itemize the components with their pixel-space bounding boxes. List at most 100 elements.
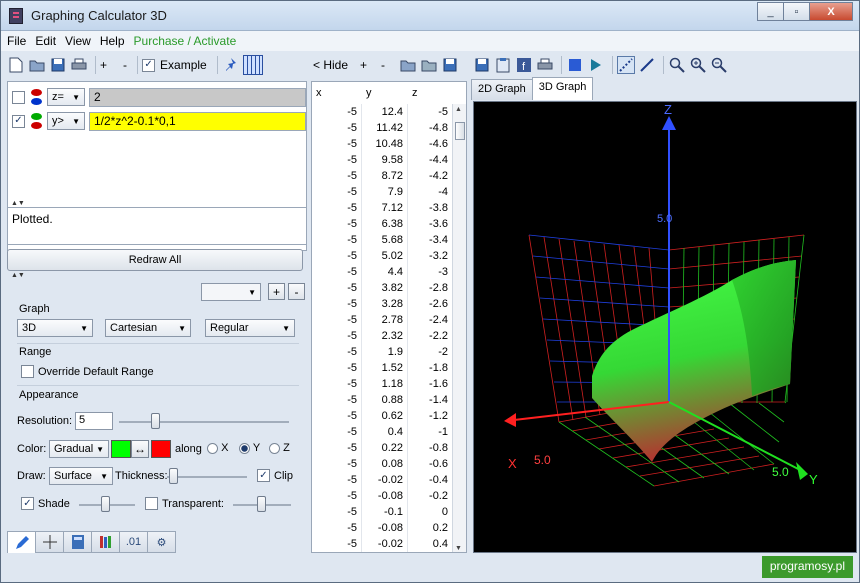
cell-y[interactable]: 1.52 bbox=[362, 360, 408, 376]
cell-z[interactable]: 0 bbox=[408, 504, 452, 520]
cell-x[interactable]: -5 bbox=[312, 120, 362, 136]
cell-x[interactable]: -5 bbox=[312, 408, 362, 424]
cell-y[interactable]: 4.4 bbox=[362, 264, 408, 280]
example-checkbox[interactable]: ✓ bbox=[142, 58, 156, 72]
cell-z[interactable]: -0.6 bbox=[408, 456, 452, 472]
cell-z[interactable]: -4.8 bbox=[408, 120, 452, 136]
scroll-thumb[interactable] bbox=[455, 122, 465, 140]
cell-z[interactable]: -4 bbox=[408, 184, 452, 200]
cell-z[interactable]: -1.4 bbox=[408, 392, 452, 408]
column-header-x[interactable]: x bbox=[312, 82, 362, 104]
menu-file[interactable]: File bbox=[7, 34, 26, 48]
cell-y[interactable]: -0.02 bbox=[362, 536, 408, 552]
stop-icon[interactable] bbox=[566, 56, 584, 74]
transparent-checkbox[interactable] bbox=[145, 497, 158, 510]
cell-x[interactable]: -5 bbox=[312, 344, 362, 360]
cell-z[interactable]: -3 bbox=[408, 264, 452, 280]
solid-line-icon[interactable] bbox=[638, 56, 656, 74]
cell-y[interactable]: 0.22 bbox=[362, 440, 408, 456]
cell-x[interactable]: -5 bbox=[312, 168, 362, 184]
menu-view[interactable]: View bbox=[65, 34, 91, 48]
axis-option-x[interactable]: X bbox=[207, 442, 228, 454]
cell-y[interactable]: 12.4 bbox=[362, 104, 408, 120]
print-icon[interactable] bbox=[536, 56, 554, 74]
play-icon[interactable] bbox=[587, 56, 605, 74]
cell-y[interactable]: 5.68 bbox=[362, 232, 408, 248]
menu-help[interactable]: Help bbox=[100, 34, 125, 48]
cell-z[interactable]: -4.6 bbox=[408, 136, 452, 152]
print-icon[interactable] bbox=[70, 56, 88, 74]
transparency-slider-thumb[interactable] bbox=[257, 496, 266, 512]
cell-z[interactable]: -3.2 bbox=[408, 248, 452, 264]
thickness-slider-track[interactable] bbox=[167, 476, 247, 478]
save-icon[interactable] bbox=[49, 56, 67, 74]
cell-z[interactable]: -2 bbox=[408, 344, 452, 360]
cell-x[interactable]: -5 bbox=[312, 392, 362, 408]
resolution-input[interactable]: 5 bbox=[75, 412, 113, 430]
cell-y[interactable]: -0.1 bbox=[362, 504, 408, 520]
cell-y[interactable]: 9.58 bbox=[362, 152, 408, 168]
zoom-icon[interactable] bbox=[668, 56, 686, 74]
cell-z[interactable]: -4.4 bbox=[408, 152, 452, 168]
cell-x[interactable]: -5 bbox=[312, 216, 362, 232]
open-folder-icon[interactable] bbox=[28, 56, 46, 74]
cell-x[interactable]: -5 bbox=[312, 328, 362, 344]
facebook-icon[interactable]: f bbox=[515, 56, 533, 74]
save-icon[interactable] bbox=[473, 56, 491, 74]
column-header-z[interactable]: z bbox=[408, 82, 452, 104]
cell-z[interactable]: -1.2 bbox=[408, 408, 452, 424]
menu-edit[interactable]: Edit bbox=[35, 34, 56, 48]
radio-y[interactable] bbox=[239, 442, 250, 454]
cell-y[interactable]: 3.82 bbox=[362, 280, 408, 296]
cell-x[interactable]: -5 bbox=[312, 200, 362, 216]
remove-row-button[interactable]: - bbox=[381, 58, 385, 72]
cell-x[interactable]: -5 bbox=[312, 296, 362, 312]
zoom-out-icon[interactable] bbox=[710, 56, 728, 74]
cell-x[interactable]: -5 bbox=[312, 456, 362, 472]
cell-x[interactable]: -5 bbox=[312, 536, 362, 552]
remove-equation-button[interactable]: - bbox=[123, 58, 127, 72]
graph-mode-select[interactable]: 3D ▼ bbox=[17, 319, 93, 337]
cell-x[interactable]: -5 bbox=[312, 152, 362, 168]
cell-y[interactable]: 1.18 bbox=[362, 376, 408, 392]
cell-z[interactable]: 0.2 bbox=[408, 520, 452, 536]
axis-option-y[interactable]: Y bbox=[239, 442, 260, 454]
cell-x[interactable]: -5 bbox=[312, 472, 362, 488]
pin-icon[interactable] bbox=[222, 56, 240, 74]
tab-2d-graph[interactable]: 2D Graph bbox=[471, 79, 533, 100]
cell-y[interactable]: 11.42 bbox=[362, 120, 408, 136]
cell-y[interactable]: -0.02 bbox=[362, 472, 408, 488]
pencil-tab-icon[interactable] bbox=[7, 531, 36, 553]
minimize-button[interactable]: _ bbox=[757, 2, 784, 21]
cell-x[interactable]: -5 bbox=[312, 520, 362, 536]
equation-input[interactable]: 1/2*z^2-0.1*0,1 bbox=[89, 111, 306, 131]
graph-canvas[interactable]: Z X Y 5.0 5.0 5.0 bbox=[473, 101, 857, 553]
shade-slider-thumb[interactable] bbox=[101, 496, 110, 512]
cell-y[interactable]: 7.12 bbox=[362, 200, 408, 216]
menu-purchase-activate[interactable]: Purchase / Activate bbox=[134, 34, 237, 48]
cell-x[interactable]: -5 bbox=[312, 264, 362, 280]
override-range-checkbox[interactable] bbox=[21, 365, 34, 378]
save-icon[interactable] bbox=[441, 56, 459, 74]
cell-y[interactable]: -0.08 bbox=[362, 520, 408, 536]
tab-3d-graph[interactable]: 3D Graph bbox=[531, 77, 594, 100]
cell-z[interactable]: -2.2 bbox=[408, 328, 452, 344]
new-file-icon[interactable] bbox=[7, 56, 25, 74]
calculator-tab-icon[interactable] bbox=[63, 531, 92, 553]
table-scrollbar[interactable]: ▲ ▼ bbox=[452, 104, 466, 552]
radio-z[interactable] bbox=[269, 442, 280, 454]
books-tab-icon[interactable] bbox=[91, 531, 120, 553]
equation-checkbox[interactable]: ✓ bbox=[12, 114, 25, 128]
cell-x[interactable]: -5 bbox=[312, 360, 362, 376]
zoom-in-icon[interactable] bbox=[689, 56, 707, 74]
swap-colors-button[interactable]: ↔ bbox=[131, 440, 149, 458]
equation-color-toggle[interactable] bbox=[31, 89, 43, 105]
cell-z[interactable]: -5 bbox=[408, 104, 452, 120]
cell-z[interactable]: -2.6 bbox=[408, 296, 452, 312]
cell-z[interactable]: -1.6 bbox=[408, 376, 452, 392]
color-end-swatch[interactable] bbox=[151, 440, 171, 458]
cell-y[interactable]: 2.32 bbox=[362, 328, 408, 344]
import-icon[interactable] bbox=[420, 56, 438, 74]
open-folder-icon[interactable] bbox=[399, 56, 417, 74]
cell-y[interactable]: 3.28 bbox=[362, 296, 408, 312]
